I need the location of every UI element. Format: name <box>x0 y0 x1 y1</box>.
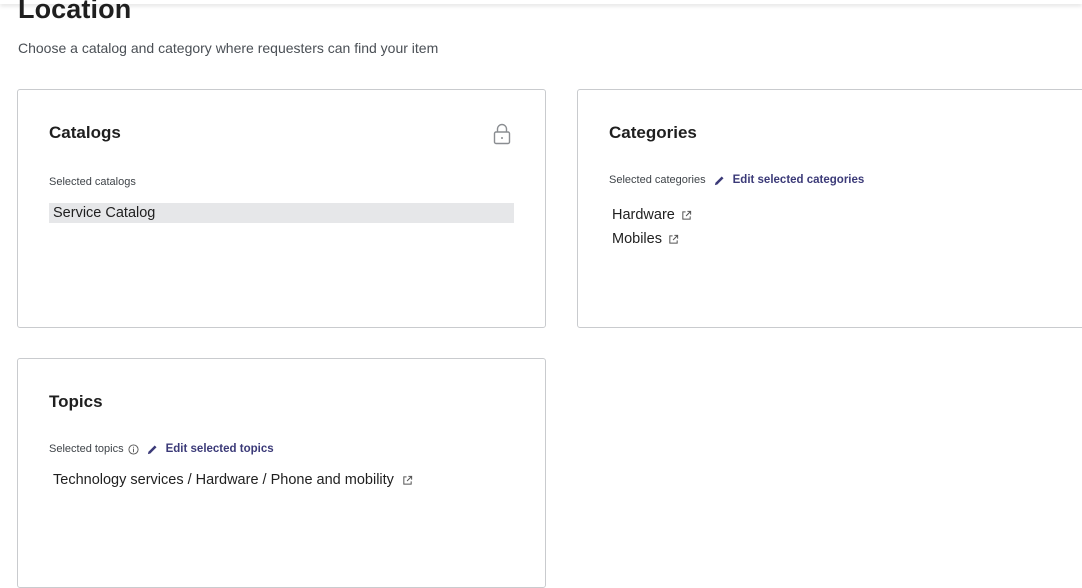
category-item-label: Hardware <box>612 207 675 223</box>
info-icon[interactable] <box>128 443 139 455</box>
pencil-icon[interactable] <box>147 444 158 455</box>
selected-topics-label-text: Selected topics <box>49 443 124 455</box>
edit-selected-categories-link[interactable]: Edit selected categories <box>733 174 865 186</box>
topics-title: Topics <box>49 392 103 411</box>
page-subtitle: Choose a catalog and category where requ… <box>18 40 439 56</box>
page-title: Location <box>18 0 132 24</box>
category-item-hardware[interactable]: Hardware <box>612 203 692 227</box>
topic-item[interactable]: Technology services / Hardware / Phone a… <box>53 472 413 488</box>
selected-catalogs-label: Selected catalogs <box>49 176 136 188</box>
external-link-icon <box>682 210 691 220</box>
categories-title: Categories <box>609 123 697 142</box>
selected-catalogs-label-text: Selected catalogs <box>49 176 136 188</box>
catalogs-title: Catalogs <box>49 123 121 142</box>
selected-topics-label: Selected topics Edit selected topics <box>49 443 274 455</box>
selected-categories-label: Selected categories Edit selected catego… <box>609 174 864 186</box>
external-link-icon <box>669 234 679 244</box>
categories-card: Categories Selected categories Edit sele… <box>577 89 1082 328</box>
catalogs-card: Catalogs Selected catalogs Service Catal… <box>17 89 546 328</box>
external-link-icon <box>403 475 413 485</box>
header-shadow <box>0 0 1082 4</box>
selected-categories-label-text: Selected categories <box>609 174 706 186</box>
categories-list: Hardware Mobiles <box>612 203 692 251</box>
topic-item-label: Technology services / Hardware / Phone a… <box>53 472 394 488</box>
lock-icon <box>493 123 511 145</box>
category-item-label: Mobiles <box>612 231 662 247</box>
catalog-item-service-catalog: Service Catalog <box>49 203 514 223</box>
pencil-icon[interactable] <box>714 175 725 186</box>
topics-card: Topics Selected topics Edit selected top… <box>17 358 546 588</box>
edit-selected-topics-link[interactable]: Edit selected topics <box>166 443 274 455</box>
category-item-mobiles[interactable]: Mobiles <box>612 227 692 251</box>
